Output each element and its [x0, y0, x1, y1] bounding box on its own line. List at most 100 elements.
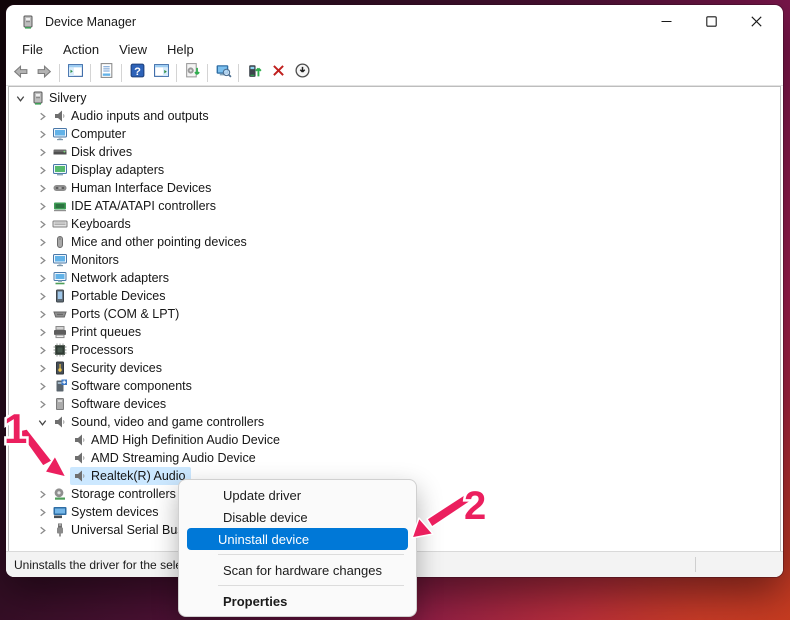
- tree-item-label: Processors: [71, 343, 134, 357]
- tree-item-processors[interactable]: Processors: [9, 341, 780, 359]
- maximize-button[interactable]: [689, 5, 734, 38]
- tree-item-content[interactable]: Security devices: [50, 359, 167, 377]
- tree-item-amd-high-definition-audio-device[interactable]: AMD High Definition Audio Device: [9, 431, 780, 449]
- tree-item-content[interactable]: Disk drives: [50, 143, 137, 161]
- chevron-right-icon[interactable]: [35, 307, 50, 322]
- toolbar-separator: [90, 64, 91, 82]
- tree-item-audio-inputs-and-outputs[interactable]: Audio inputs and outputs: [9, 107, 780, 125]
- tree-item-content[interactable]: Display adapters: [50, 161, 169, 179]
- properties-button[interactable]: [94, 62, 118, 84]
- printer-icon: [52, 324, 68, 340]
- tree-item-ide-ata-atapi-controllers[interactable]: IDE ATA/ATAPI controllers: [9, 197, 780, 215]
- tree-item-silvery[interactable]: Silvery: [9, 89, 780, 107]
- chevron-right-icon[interactable]: [35, 325, 50, 340]
- tree-item-network-adapters[interactable]: Network adapters: [9, 269, 780, 287]
- menu-action[interactable]: Action: [53, 40, 109, 59]
- tree-item-software-components[interactable]: Software components: [9, 377, 780, 395]
- tree-item-content[interactable]: Keyboards: [50, 215, 136, 233]
- context-menu-separator: [218, 585, 404, 586]
- minimize-button[interactable]: [644, 5, 689, 38]
- forward-button[interactable]: [32, 62, 56, 84]
- context-menu-item-scan-for-hardware-changes[interactable]: Scan for hardware changes: [184, 559, 411, 581]
- chevron-right-icon[interactable]: [35, 397, 50, 412]
- scan-hardware-button[interactable]: [211, 62, 235, 84]
- tree-item-print-queues[interactable]: Print queues: [9, 323, 780, 341]
- tree-item-sound-video-and-game-controllers[interactable]: Sound, video and game controllers: [9, 413, 780, 431]
- close-button[interactable]: [734, 5, 779, 38]
- context-menu-item-update-driver[interactable]: Update driver: [184, 484, 411, 506]
- tree-item-content[interactable]: Computer: [50, 125, 131, 143]
- hid-icon: [52, 180, 68, 196]
- tree-item-label: Display adapters: [71, 163, 164, 177]
- chevron-right-icon[interactable]: [35, 523, 50, 538]
- chevron-right-icon[interactable]: [35, 181, 50, 196]
- selected-tree-item-content[interactable]: Realtek(R) Audio: [70, 467, 191, 485]
- speaker-icon: [52, 414, 68, 430]
- action-pane-button[interactable]: [149, 62, 173, 84]
- tree-item-portable-devices[interactable]: Portable Devices: [9, 287, 780, 305]
- tree-item-mice-and-other-pointing-devices[interactable]: Mice and other pointing devices: [9, 233, 780, 251]
- uninstall-device-button[interactable]: [266, 62, 290, 84]
- disable-device-button[interactable]: [290, 62, 314, 84]
- context-menu-item-uninstall-device[interactable]: Uninstall device: [187, 528, 408, 550]
- tree-item-computer[interactable]: Computer: [9, 125, 780, 143]
- update-driver-button[interactable]: [242, 62, 266, 84]
- chevron-right-icon[interactable]: [35, 109, 50, 124]
- menu-file[interactable]: File: [12, 40, 53, 59]
- tree-item-content[interactable]: Print queues: [50, 323, 146, 341]
- tree-item-content[interactable]: Ports (COM & LPT): [50, 305, 184, 323]
- show-console-tree-button[interactable]: [63, 62, 87, 84]
- tree-item-content[interactable]: Universal Serial Bus c: [50, 521, 198, 539]
- chevron-right-icon[interactable]: [35, 217, 50, 232]
- chevron-right-icon[interactable]: [35, 253, 50, 268]
- tree-item-ports-com-lpt[interactable]: Ports (COM & LPT): [9, 305, 780, 323]
- chevron-right-icon[interactable]: [35, 505, 50, 520]
- chevron-right-icon[interactable]: [35, 343, 50, 358]
- tree-item-disk-drives[interactable]: Disk drives: [9, 143, 780, 161]
- tree-item-human-interface-devices[interactable]: Human Interface Devices: [9, 179, 780, 197]
- tree-item-display-adapters[interactable]: Display adapters: [9, 161, 780, 179]
- tree-item-content[interactable]: Sound, video and game controllers: [50, 413, 269, 431]
- back-button[interactable]: [8, 62, 32, 84]
- chevron-right-icon[interactable]: [35, 487, 50, 502]
- chevron-right-icon[interactable]: [35, 271, 50, 286]
- chevron-right-icon[interactable]: [35, 235, 50, 250]
- tree-item-content[interactable]: Silvery: [28, 89, 92, 107]
- tree-item-content[interactable]: Audio inputs and outputs: [50, 107, 214, 125]
- tree-item-content[interactable]: Software components: [50, 377, 197, 395]
- tree-item-security-devices[interactable]: Security devices: [9, 359, 780, 377]
- tree-item-content[interactable]: Storage controllers: [50, 485, 181, 503]
- chevron-right-icon[interactable]: [35, 145, 50, 160]
- tree-item-content[interactable]: System devices: [50, 503, 164, 521]
- tree-item-content[interactable]: Monitors: [50, 251, 124, 269]
- tree-item-content[interactable]: AMD High Definition Audio Device: [70, 431, 285, 449]
- help-button[interactable]: ?: [125, 62, 149, 84]
- tree-item-content[interactable]: Network adapters: [50, 269, 174, 287]
- update-driver-wizard-button[interactable]: [180, 62, 204, 84]
- context-menu-item-disable-device[interactable]: Disable device: [184, 506, 411, 528]
- chevron-right-icon[interactable]: [35, 127, 50, 142]
- tree-item-amd-streaming-audio-device[interactable]: AMD Streaming Audio Device: [9, 449, 780, 467]
- chevron-right-icon[interactable]: [35, 163, 50, 178]
- tree-item-monitors[interactable]: Monitors: [9, 251, 780, 269]
- tree-item-content[interactable]: IDE ATA/ATAPI controllers: [50, 197, 221, 215]
- tree-item-content[interactable]: Human Interface Devices: [50, 179, 216, 197]
- tree-item-content[interactable]: Software devices: [50, 395, 171, 413]
- chevron-right-icon[interactable]: [35, 199, 50, 214]
- tree-item-content[interactable]: Mice and other pointing devices: [50, 233, 252, 251]
- menu-view[interactable]: View: [109, 40, 157, 59]
- tree-item-keyboards[interactable]: Keyboards: [9, 215, 780, 233]
- toolbar: ?: [6, 60, 783, 86]
- chevron-right-icon[interactable]: [35, 379, 50, 394]
- tree-item-content[interactable]: Portable Devices: [50, 287, 171, 305]
- chevron-right-icon[interactable]: [35, 361, 50, 376]
- context-menu-item-properties[interactable]: Properties: [184, 590, 411, 612]
- tree-item-label: Storage controllers: [71, 487, 176, 501]
- tree-item-software-devices[interactable]: Software devices: [9, 395, 780, 413]
- menu-help[interactable]: Help: [157, 40, 204, 59]
- tree-item-content[interactable]: Processors: [50, 341, 139, 359]
- tree-item-content[interactable]: AMD Streaming Audio Device: [70, 449, 261, 467]
- chevron-down-icon[interactable]: [35, 415, 50, 430]
- chevron-down-icon[interactable]: [13, 91, 28, 106]
- chevron-right-icon[interactable]: [35, 289, 50, 304]
